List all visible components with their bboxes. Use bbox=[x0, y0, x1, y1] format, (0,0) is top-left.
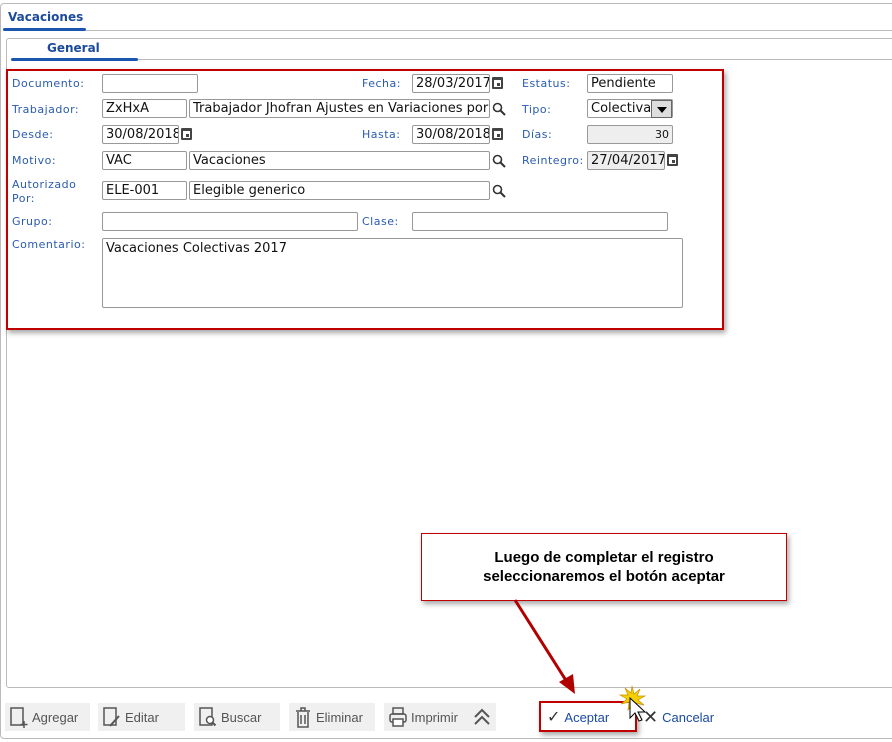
trash-icon bbox=[296, 707, 310, 728]
cursor-click-icon bbox=[618, 685, 647, 722]
button-label: Aceptar bbox=[564, 709, 610, 725]
instruction-callout: Luego de completar el registro selecciona… bbox=[421, 533, 787, 601]
aceptar-button[interactable]: ✓ Aceptar bbox=[547, 707, 609, 727]
print-icon bbox=[389, 707, 407, 727]
calendar-icon[interactable] bbox=[667, 154, 678, 166]
buscar-button[interactable]: Buscar bbox=[194, 703, 280, 731]
calendar-icon[interactable] bbox=[492, 77, 503, 89]
clase-input[interactable] bbox=[412, 212, 668, 231]
callout-line: Luego de completar el registro bbox=[494, 549, 714, 566]
grupo-label: Grupo: bbox=[12, 215, 53, 228]
hasta-input[interactable]: 30/08/2018 bbox=[412, 125, 490, 144]
autorizado-label-2: Por: bbox=[12, 192, 36, 205]
arrow-pointer bbox=[513, 599, 575, 694]
autorizado-code-input[interactable]: ELE-001 bbox=[102, 181, 187, 200]
hasta-label: Hasta: bbox=[362, 128, 401, 141]
tab-general[interactable]: General bbox=[47, 41, 100, 55]
search-icon[interactable] bbox=[492, 102, 506, 116]
comentario-textarea[interactable]: Vacaciones Colectivas 2017 bbox=[102, 238, 683, 308]
dias-input: 30 bbox=[587, 125, 673, 144]
grupo-input[interactable] bbox=[102, 212, 358, 231]
comentario-label: Comentario: bbox=[12, 238, 86, 251]
dias-label: Días: bbox=[522, 128, 553, 141]
tab-indicator bbox=[3, 28, 86, 31]
button-label: Agregar bbox=[32, 709, 79, 725]
tab-indicator bbox=[11, 58, 138, 61]
fecha-label: Fecha: bbox=[362, 77, 401, 90]
tipo-label: Tipo: bbox=[522, 103, 552, 116]
documento-input[interactable] bbox=[102, 74, 198, 93]
reintegro-label: Reintegro: bbox=[522, 154, 584, 167]
estatus-label: Estatus: bbox=[522, 77, 571, 90]
estatus-input[interactable]: Pendiente bbox=[587, 74, 673, 93]
edit-icon bbox=[103, 707, 120, 727]
fecha-input[interactable]: 28/03/2017 bbox=[412, 74, 490, 93]
eliminar-button[interactable]: Eliminar bbox=[289, 703, 375, 731]
trabajador-name-input[interactable]: Trabajador Jhofran Ajustes en Variacione… bbox=[189, 99, 490, 118]
button-label: Imprimir bbox=[411, 709, 458, 725]
collapse-button[interactable] bbox=[468, 703, 496, 731]
reintegro-input[interactable]: 27/04/2017 bbox=[587, 151, 665, 170]
motivo-label: Motivo: bbox=[12, 154, 57, 167]
double-chevron-up-icon bbox=[474, 708, 490, 725]
add-icon bbox=[10, 707, 28, 728]
autorizado-label: Autorizado bbox=[12, 178, 77, 191]
chevron-down-icon[interactable] bbox=[651, 100, 672, 118]
button-label: Buscar bbox=[221, 709, 262, 725]
editar-button[interactable]: Editar bbox=[98, 703, 185, 731]
trabajador-label: Trabajador: bbox=[12, 103, 80, 116]
calendar-icon[interactable] bbox=[492, 128, 503, 140]
button-label: Eliminar bbox=[316, 709, 363, 725]
search-icon[interactable] bbox=[492, 184, 506, 198]
calendar-icon[interactable] bbox=[181, 128, 192, 140]
desde-label: Desde: bbox=[12, 128, 54, 141]
divider bbox=[86, 30, 892, 31]
documento-label: Documento: bbox=[12, 77, 85, 90]
button-label: Editar bbox=[125, 709, 159, 725]
search-icon bbox=[199, 707, 217, 727]
autorizado-name-input[interactable]: Elegible generico bbox=[189, 181, 490, 200]
check-icon: ✓ bbox=[547, 709, 561, 726]
search-icon[interactable] bbox=[492, 154, 506, 168]
motivo-name-input[interactable]: Vacaciones bbox=[189, 151, 490, 170]
divider bbox=[138, 59, 892, 60]
button-label: Cancelar bbox=[662, 710, 715, 725]
trabajador-code-input[interactable]: ZxHxA bbox=[102, 99, 187, 118]
cancelar-button[interactable]: ✕ Cancelar bbox=[643, 707, 714, 728]
clase-label: Clase: bbox=[362, 215, 399, 228]
desde-input[interactable]: 30/08/2018 bbox=[102, 125, 179, 144]
motivo-code-input[interactable]: VAC bbox=[102, 151, 187, 170]
tipo-value: Colectiva bbox=[591, 101, 652, 116]
imprimir-button[interactable]: Imprimir bbox=[384, 703, 475, 731]
callout-line: seleccionaremos el botón aceptar bbox=[483, 568, 725, 585]
tab-vacaciones[interactable]: Vacaciones bbox=[8, 10, 83, 24]
agregar-button[interactable]: Agregar bbox=[5, 703, 90, 731]
